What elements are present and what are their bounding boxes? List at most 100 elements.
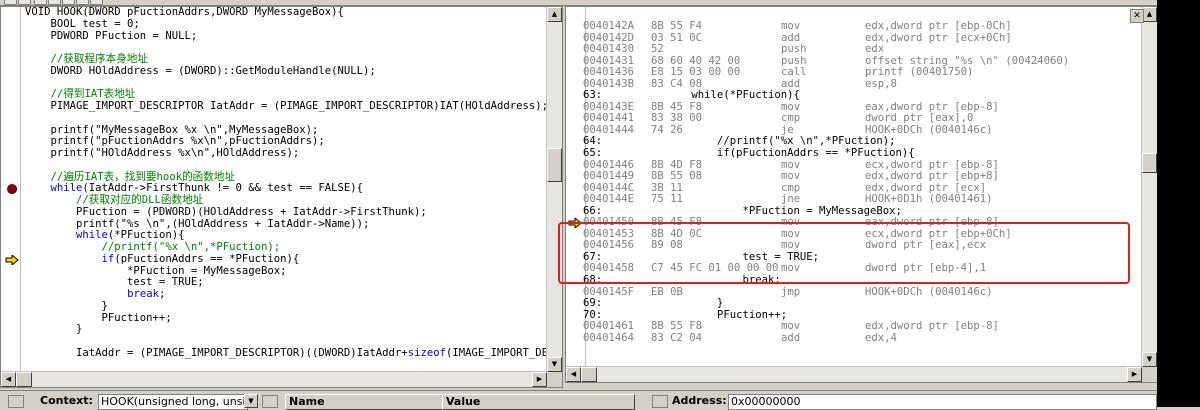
toolbar-icon[interactable]: [4, 0, 17, 5]
scroll-corner: [1142, 367, 1157, 382]
source-line[interactable]: PFuction++;: [25, 311, 546, 325]
source-vertical-scrollbar[interactable]: ▲ ▼: [546, 7, 562, 372]
scroll-left-button[interactable]: ◀: [566, 367, 581, 382]
current-line-arrow-icon: [5, 254, 19, 265]
source-token: IatAddr = (PIMAGE_IMPORT_DESCRIPTOR)((DW…: [25, 346, 408, 359]
disasm-source-text: 70: PFuction++;: [583, 308, 788, 321]
toolbar-icon[interactable]: [62, 0, 75, 5]
disasm-instruction-row[interactable]: 00401430 52 push edx: [583, 44, 1141, 56]
column-header-name[interactable]: Name: [285, 394, 445, 410]
scroll-thumb[interactable]: [1142, 153, 1157, 173]
source-token: }: [25, 299, 108, 312]
disasm-op: printf (00401750): [865, 66, 974, 79]
toolbar-icon[interactable]: [18, 0, 31, 5]
disasm-mn: mov: [781, 262, 801, 275]
scroll-right-button[interactable]: ▶: [532, 372, 547, 387]
source-token: printf("HOldAddress %x\n",HOldAddress);: [25, 147, 300, 159]
disassembly-text[interactable]: 0040142A 8B 55 F4 mov edx,dword ptr [ebp-0C…: [583, 21, 1141, 366]
source-token: test = TRUE;: [25, 276, 204, 289]
disasm-source-text: 63: while(*PFuction){: [583, 89, 800, 102]
context-dropdown[interactable]: HOOK(unsigned long, unsigned: [98, 394, 248, 410]
disasm-source-text: 66: *PFuction = MyMessageBox;: [583, 204, 902, 217]
scroll-thumb[interactable]: [16, 372, 32, 387]
disasm-source-line[interactable]: 65: if(pFuctionAddrs == *PFuction){: [583, 147, 1141, 160]
disasm-mn: call: [781, 66, 807, 79]
scroll-thumb[interactable]: [547, 148, 562, 182]
disasm-instruction-row[interactable]: 00401464 83 C2 04 add edx,4: [583, 331, 1141, 345]
window-grip-icon: [652, 395, 668, 408]
source-token: }: [25, 323, 83, 336]
scroll-right-button[interactable]: ▶: [1127, 367, 1142, 382]
source-line[interactable]: PIMAGE_IMPORT_DESCRIPTOR IatAddr = (PIMA…: [25, 100, 547, 113]
source-line[interactable]: IatAddr = (PIMAGE_IMPORT_DESCRIPTOR)((DW…: [25, 346, 546, 360]
source-token: while: [76, 229, 108, 242]
toolbar-icon[interactable]: [34, 0, 47, 5]
source-token: printf("%s \n",(HOldAddress + IatAddr->N…: [25, 217, 370, 230]
disasm-mn: add: [781, 331, 801, 344]
column-header-value[interactable]: Value: [442, 394, 635, 410]
disasm-addr: 00401464: [583, 331, 635, 344]
disasm-instruction-row[interactable]: 0040142A 8B 55 F4 mov edx,dword ptr [ebp-0C…: [583, 21, 1141, 33]
source-horizontal-scrollbar[interactable]: ◀ ▶: [1, 371, 547, 387]
source-token: DWORD HOldAddress = (DWORD)::GetModuleHa…: [25, 64, 376, 77]
disasm-mn: mov: [781, 21, 801, 32]
source-token: [25, 253, 102, 265]
disasm-instruction-row[interactable]: 0040142D 03 51 0C add edx,dword ptr [ecx+0C…: [583, 31, 1141, 45]
disasm-op: dword ptr [ebp-4],1: [865, 262, 987, 275]
chevron-down-icon[interactable]: ▼: [244, 394, 258, 408]
disasm-mn: jmp: [781, 285, 801, 298]
source-token: BOOL test = 0;: [25, 17, 140, 30]
disasm-source-text: 65: if(pFuctionAddrs == *PFuction){: [583, 147, 915, 160]
disasm-op: edx,dword ptr [ebp-0Ch]: [865, 21, 1012, 32]
source-token: [25, 182, 51, 194]
scroll-up-button[interactable]: ▲: [547, 7, 562, 22]
source-token: PDWORD PFuction = NULL;: [25, 29, 198, 42]
scroll-up-button[interactable]: ▲: [1142, 7, 1157, 22]
source-code-text[interactable]: VOID HOOK(DWORD pFuctionAddrs,DWORD MyMe…: [25, 7, 546, 371]
scroll-corner: [547, 372, 562, 387]
source-code-pane[interactable]: VOID HOOK(DWORD pFuctionAddrs,DWORD MyMe…: [0, 6, 563, 388]
debug-bottom-bar: Context: HOOK(unsigned long, unsigned ▼ …: [0, 390, 1157, 410]
disassembly-horizontal-scrollbar[interactable]: ◀ ▶: [566, 366, 1142, 382]
address-label: Address:: [672, 394, 727, 407]
source-token: PFuction++;: [25, 311, 172, 324]
source-token: sizeof: [407, 346, 446, 359]
disasm-source-line[interactable]: 68: break;: [583, 274, 1141, 287]
toolbar-icon[interactable]: [48, 0, 61, 5]
scroll-thumb[interactable]: [581, 367, 597, 382]
toolbar-icon[interactable]: [76, 0, 89, 5]
disassembly-vertical-scrollbar[interactable]: ▲ ▼: [1141, 7, 1157, 367]
source-token: PIMAGE_IMPORT_DESCRIPTOR IatAddr = (PIMA…: [25, 100, 547, 112]
source-line[interactable]: PDWORD PFuction = NULL;: [25, 29, 546, 43]
source-token: ;: [158, 288, 166, 300]
source-gutter[interactable]: [1, 7, 21, 387]
scroll-down-button[interactable]: ▼: [547, 357, 562, 372]
disasm-op: HOOK+0DCh (0040146c): [865, 285, 993, 298]
scroll-down-button[interactable]: ▼: [1142, 352, 1157, 367]
disasm-op: edx,dword ptr [ecx+0Ch]: [865, 31, 1012, 44]
disasm-addr: 00401430: [583, 43, 635, 56]
disasm-bytes: 52: [651, 43, 664, 56]
disasm-source-text: 64: //printf("%x \n",*PFuction);: [583, 135, 896, 148]
disasm-instruction-row[interactable]: 00401449 8B 55 08 mov edx,dword ptr [ebp+8]: [583, 171, 1141, 183]
disassembly-pane[interactable]: 0040142A 8B 55 F4 mov edx,dword ptr [ebp-0C…: [565, 6, 1158, 383]
close-icon[interactable]: ✕: [1130, 9, 1144, 23]
source-line[interactable]: DWORD HOldAddress = (DWORD)::GetModuleHa…: [25, 64, 546, 78]
source-token: (IMAGE_IMPORT_DESCR: [445, 346, 546, 359]
toolbar-icon[interactable]: [90, 0, 103, 5]
source-token: [25, 288, 127, 300]
context-label: Context:: [40, 394, 93, 407]
disasm-source-text: 68: break;: [583, 274, 781, 287]
disasm-bytes: 83 C2 04: [651, 331, 703, 344]
scroll-left-button[interactable]: ◀: [1, 372, 16, 387]
disasm-bytes: E8 15 03 00 00: [651, 66, 741, 79]
address-input[interactable]: 0x00000000: [728, 394, 1157, 410]
source-line[interactable]: printf("HOldAddress %x\n",HOldAddress);: [25, 147, 546, 160]
disasm-addr: 00401449: [583, 170, 635, 183]
disasm-source-text: 67: test = TRUE;: [583, 250, 819, 263]
window-grip-icon: [262, 395, 278, 408]
source-line[interactable]: }: [25, 323, 546, 336]
disasm-instruction-row[interactable]: 00401436 E8 15 03 00 00 call printf (004017…: [583, 67, 1141, 79]
disasm-op: edx,4: [865, 331, 897, 344]
disasm-mn: mov: [781, 170, 801, 183]
